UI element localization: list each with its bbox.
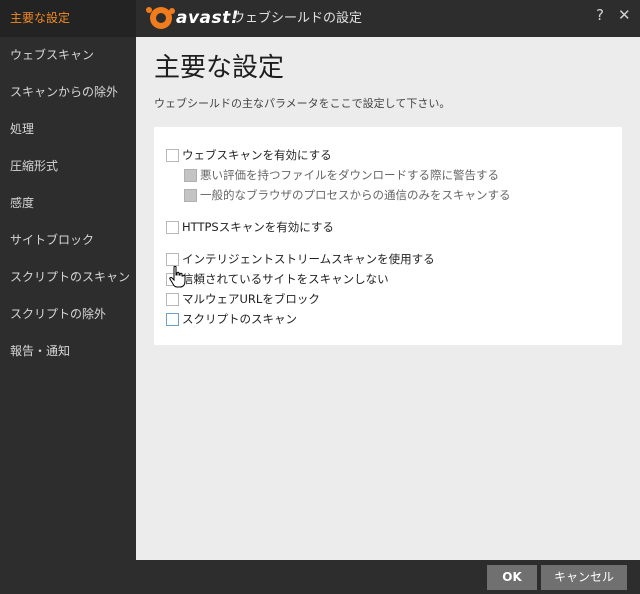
sidebar-item-main-settings[interactable]: 主要な設定: [0, 0, 136, 37]
option-intelligent-stream[interactable]: インテリジェントストリームスキャンを使用する: [166, 251, 435, 267]
option-label: 信頼されているサイトをスキャンしない: [182, 272, 389, 286]
checkbox-https-scan[interactable]: [166, 220, 179, 234]
sidebar-item-sensitivity[interactable]: 感度: [0, 185, 136, 222]
help-icon[interactable]: ?: [596, 6, 604, 24]
option-https-scan[interactable]: HTTPSスキャンを有効にする: [166, 219, 334, 235]
main-content: 主要な設定 ウェブシールドの主なパラメータをここで設定して下さい。 ウェブスキャ…: [136, 37, 640, 560]
option-warn-bad-reputation[interactable]: 悪い評価を持つファイルをダウンロードする際に警告する: [184, 167, 499, 183]
sidebar: 主要な設定 ウェブスキャン スキャンからの除外 処理 圧縮形式 感度 サイトブロ…: [0, 0, 136, 594]
window-title: ウェブシールドの設定: [232, 11, 363, 26]
option-label: HTTPSスキャンを有効にする: [182, 220, 334, 234]
sidebar-item-script-scan[interactable]: スクリプトのスキャン: [0, 259, 136, 296]
close-icon[interactable]: ✕: [618, 6, 631, 24]
option-label: スクリプトのスキャン: [182, 312, 297, 326]
cancel-button[interactable]: キャンセル: [541, 565, 627, 590]
checkbox-web-scan[interactable]: [166, 148, 179, 162]
sidebar-item-script-exclusions[interactable]: スクリプトの除外: [0, 296, 136, 333]
sidebar-item-packers[interactable]: 圧縮形式: [0, 148, 136, 185]
checkbox-warn-bad-reputation[interactable]: [184, 168, 197, 182]
option-label: 一般的なブラウザのプロセスからの通信のみをスキャンする: [200, 188, 511, 202]
logo-text: avast!: [176, 8, 240, 28]
ok-button[interactable]: OK: [487, 565, 537, 590]
option-label: インテリジェントストリームスキャンを使用する: [182, 252, 435, 266]
option-web-scan[interactable]: ウェブスキャンを有効にする: [166, 147, 332, 163]
checkbox-script-scan[interactable]: [166, 312, 179, 326]
sidebar-item-site-blocking[interactable]: サイトブロック: [0, 222, 136, 259]
checkbox-browser-only[interactable]: [184, 188, 197, 202]
sidebar-item-report[interactable]: 報告・通知: [0, 333, 136, 370]
option-block-malware-url[interactable]: マルウェアURLをブロック: [166, 291, 320, 307]
option-skip-trusted-sites[interactable]: 信頼されているサイトをスキャンしない: [166, 271, 389, 287]
page-description: ウェブシールドの主なパラメータをここで設定して下さい。: [154, 97, 451, 110]
footer: OK キャンセル: [136, 560, 640, 594]
page-title: 主要な設定: [154, 53, 285, 83]
sidebar-item-scan-exclusions[interactable]: スキャンからの除外: [0, 74, 136, 111]
checkbox-intelligent-stream[interactable]: [166, 252, 179, 266]
option-label: ウェブスキャンを有効にする: [182, 148, 332, 162]
sidebar-item-web-scan[interactable]: ウェブスキャン: [0, 37, 136, 74]
title-bar: avast! ウェブシールドの設定 ? ✕: [136, 0, 640, 37]
option-label: マルウェアURLをブロック: [182, 292, 320, 306]
options-panel: ウェブスキャンを有効にする 悪い評価を持つファイルをダウンロードする際に警告する…: [154, 127, 622, 345]
avast-ball-icon: [146, 7, 175, 29]
option-label: 悪い評価を持つファイルをダウンロードする際に警告する: [200, 168, 499, 182]
option-script-scan[interactable]: スクリプトのスキャン: [166, 311, 297, 327]
avast-logo: avast!: [146, 6, 240, 30]
hand-cursor-icon: [169, 266, 186, 288]
sidebar-item-actions[interactable]: 処理: [0, 111, 136, 148]
option-browser-only[interactable]: 一般的なブラウザのプロセスからの通信のみをスキャンする: [184, 187, 511, 203]
checkbox-block-malware-url[interactable]: [166, 292, 179, 306]
